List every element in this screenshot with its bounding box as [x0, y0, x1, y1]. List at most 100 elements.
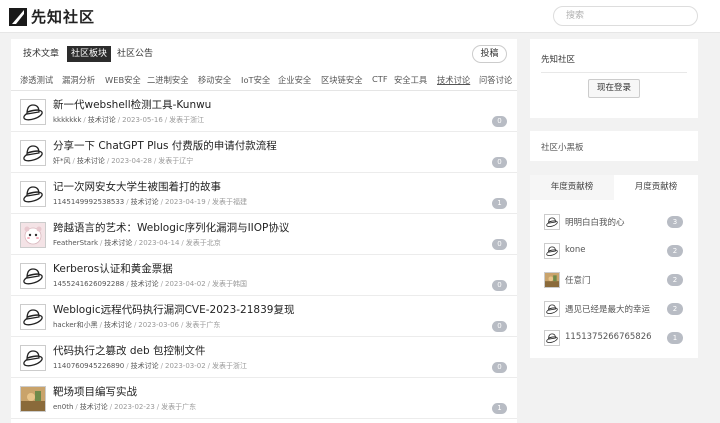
contributor-name[interactable]: kone — [565, 245, 585, 255]
post-date: 2023-03-02 — [164, 362, 206, 370]
post-category[interactable]: 技术讨论 — [104, 321, 132, 329]
author-avatar[interactable] — [20, 304, 46, 330]
author-avatar[interactable] — [20, 263, 46, 289]
ranking-item[interactable]: 1151375266765826 1 — [530, 324, 698, 353]
author-avatar[interactable] — [20, 140, 46, 166]
tab-yearly-ranking[interactable]: 年度贡献榜 — [530, 175, 614, 200]
ranking-item[interactable]: 遇见已经是最大的幸运 2 — [530, 295, 698, 324]
reply-count-badge: 0 — [492, 239, 507, 250]
tab-community-boards[interactable]: 社区板块 — [67, 46, 112, 62]
login-button[interactable]: 现在登录 — [588, 79, 640, 98]
submit-post-button[interactable]: 投稿 — [472, 45, 507, 63]
post-item[interactable]: 代码执行之篡改 deb 包控制文件 1140760945226890/技术讨论/2… — [11, 337, 517, 378]
post-category[interactable]: 技术讨论 — [88, 116, 116, 124]
post-author[interactable]: hacker和小黑 — [53, 321, 98, 329]
post-item[interactable]: 分享一下 ChatGPT Plus 付费版的申请付款流程 奸*风 / 技术讨论/202… — [11, 132, 517, 173]
post-item[interactable]: 记一次网安女大学生被围着打的故事 1145149992538533/技术讨论/20… — [11, 173, 517, 214]
post-author[interactable]: FeatherStark — [53, 239, 98, 247]
contributor-avatar[interactable] — [544, 330, 560, 346]
post-author[interactable]: 1140760945226890 — [53, 362, 124, 370]
post-item[interactable]: 跨越语言的艺术：Weblogic序列化漏洞与IIOP协议 FeatherStark… — [11, 214, 517, 255]
category-security-tools[interactable]: 安全工具 — [394, 74, 427, 86]
contributor-avatar[interactable] — [544, 301, 560, 317]
category-iot-security[interactable]: IoT安全 — [241, 74, 270, 86]
category-enterprise-security[interactable]: 企业安全 — [278, 74, 311, 86]
tab-monthly-ranking[interactable]: 月度贡献榜 — [614, 175, 698, 200]
author-avatar[interactable] — [20, 99, 46, 125]
contributor-name[interactable]: 明明白白我的心 — [565, 216, 625, 228]
separator: / — [153, 157, 157, 165]
contribution-count-badge: 2 — [667, 245, 683, 257]
contributor-name[interactable]: 1151375266765826 — [565, 332, 652, 342]
post-author[interactable]: en0th — [53, 403, 73, 411]
contributor-name[interactable]: 遇见已经是最大的幸运 — [565, 303, 650, 315]
category-bar: 渗透测试 漏洞分析 WEB安全 二进制安全 移动安全 IoT安全 企业安全 区块… — [11, 69, 517, 91]
category-ctf[interactable]: CTF — [372, 74, 388, 84]
site-logo[interactable]: 先知社区 — [9, 6, 95, 27]
post-title[interactable]: 新一代webshell检测工具-Kunwu — [53, 97, 211, 112]
contributor-name[interactable]: 任意门 — [565, 274, 591, 286]
category-blockchain-security[interactable]: 区块链安全 — [321, 74, 363, 86]
ranking-item[interactable]: kone 2 — [530, 237, 698, 266]
category-vuln-analysis[interactable]: 漏洞分析 — [62, 74, 95, 86]
post-author[interactable]: 1455241626092288 — [53, 280, 124, 288]
post-meta: 奸*风 / 技术讨论/2023-04-28/发表于辽宁 — [53, 156, 193, 166]
author-avatar[interactable] — [20, 181, 46, 207]
author-avatar[interactable] — [20, 222, 46, 248]
post-category[interactable]: 技术讨论 — [77, 157, 105, 165]
contributor-avatar[interactable] — [544, 214, 560, 230]
post-date: 2023-04-02 — [164, 280, 206, 288]
hat-avatar-icon — [545, 215, 559, 229]
ranking-item[interactable]: 明明白白我的心 3 — [530, 208, 698, 237]
post-author[interactable]: 1145149992538533 — [53, 198, 124, 206]
post-author[interactable]: kkkkkkk — [53, 116, 81, 124]
ranking-item[interactable]: 任意门 2 — [530, 266, 698, 295]
separator: / — [126, 362, 129, 370]
post-location: 发表于浙江 — [169, 116, 205, 124]
category-qa-discussion[interactable]: 问答讨论 — [479, 74, 512, 86]
post-item[interactable]: Kerberos认证和黄金票据 1455241626092288/技术讨论/202… — [11, 255, 517, 296]
post-location: 发表于北京 — [185, 239, 221, 247]
post-title[interactable]: Weblogic远程代码执行漏洞CVE-2023-21839复现 — [53, 302, 294, 317]
post-item[interactable]: 新一代webshell检测工具-Kunwu kkkkkkk / 技术讨论/2023-0… — [11, 91, 517, 132]
post-title[interactable]: Kerberos认证和黄金票据 — [53, 261, 173, 276]
post-item[interactable]: 靶场项目编写实战 en0th / 技术讨论/2023-02-23/发表于广东 1 — [11, 378, 517, 419]
category-binary-security[interactable]: 二进制安全 — [147, 74, 189, 86]
category-mobile-security[interactable]: 移动安全 — [198, 74, 231, 86]
reply-count-badge: 1 — [492, 403, 507, 414]
blackboard-link[interactable]: 社区小黑板 — [541, 141, 584, 153]
post-title[interactable]: 跨越语言的艺术：Weblogic序列化漏洞与IIOP协议 — [53, 220, 289, 235]
separator: / — [109, 403, 113, 411]
post-item[interactable]: Weblogic远程代码执行漏洞CVE-2023-21839复现 hacker和小… — [11, 296, 517, 337]
reply-count-badge: 0 — [492, 362, 507, 373]
post-author[interactable]: 奸*风 — [53, 157, 71, 165]
post-title[interactable]: 分享一下 ChatGPT Plus 付费版的申请付款流程 — [53, 138, 277, 153]
post-meta: en0th / 技术讨论/2023-02-23/发表于广东 — [53, 402, 196, 412]
post-title[interactable]: 记一次网安女大学生被围着打的故事 — [53, 179, 221, 194]
author-avatar[interactable] — [20, 386, 46, 412]
tab-tech-articles[interactable]: 技术文章 — [19, 46, 63, 62]
post-title[interactable]: 代码执行之篡改 deb 包控制文件 — [53, 343, 205, 358]
post-category[interactable]: 技术讨论 — [104, 239, 132, 247]
contributor-avatar[interactable] — [544, 243, 560, 259]
top-bar: 先知社区 — [0, 0, 720, 33]
category-web-security[interactable]: WEB安全 — [105, 74, 141, 86]
hat-avatar-icon — [545, 331, 559, 345]
post-category[interactable]: 技术讨论 — [131, 280, 159, 288]
search-input[interactable] — [553, 6, 698, 26]
separator: / — [207, 362, 211, 370]
post-category[interactable]: 技术讨论 — [131, 362, 159, 370]
separator: / — [126, 198, 129, 206]
post-category[interactable]: 技术讨论 — [131, 198, 159, 206]
contributor-avatar[interactable] — [544, 272, 560, 288]
post-title[interactable]: 靶场项目编写实战 — [53, 384, 137, 399]
post-category[interactable]: 技术讨论 — [80, 403, 108, 411]
divider — [541, 72, 687, 73]
tab-community-notices[interactable]: 社区公告 — [113, 46, 157, 62]
post-location: 发表于广东 — [161, 403, 197, 411]
category-tech-discussion[interactable]: 技术讨论 — [437, 74, 470, 86]
photo-avatar-icon — [545, 273, 559, 287]
author-avatar[interactable] — [20, 345, 46, 371]
category-pentest[interactable]: 渗透测试 — [20, 74, 53, 86]
post-location: 发表于浙江 — [212, 362, 248, 370]
